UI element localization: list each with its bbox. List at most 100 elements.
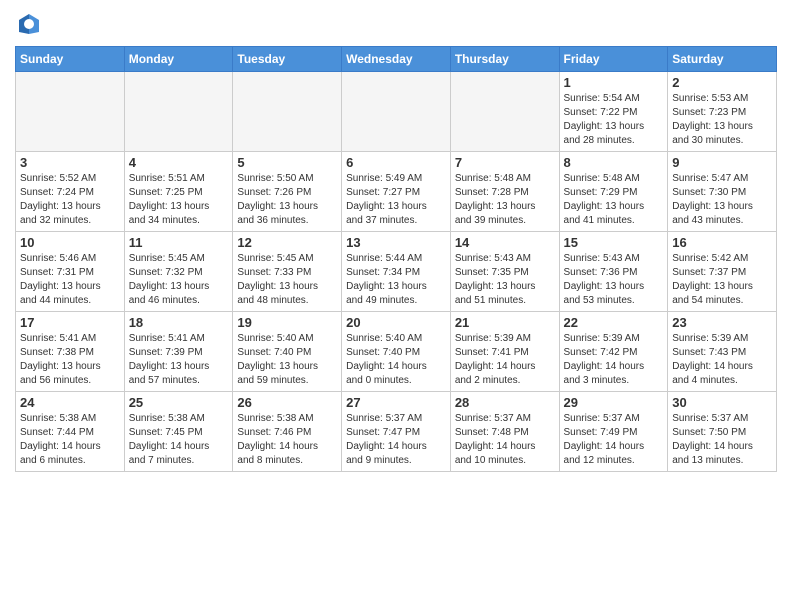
day-info: Sunrise: 5:44 AM Sunset: 7:34 PM Dayligh…: [346, 252, 446, 308]
day-number: 14: [455, 235, 555, 250]
calendar-cell: 5 Sunrise: 5:50 AM Sunset: 7:26 PM Daylig…: [233, 152, 342, 232]
day-info: Sunrise: 5:41 AM Sunset: 7:38 PM Dayligh…: [20, 332, 120, 388]
day-number: 2: [672, 75, 772, 90]
day-number: 10: [20, 235, 120, 250]
calendar-cell: 9 Sunrise: 5:47 AM Sunset: 7:30 PM Daylig…: [668, 152, 777, 232]
calendar-cell: 21Sunrise: 5:39 AM Sunset: 7:41 PM Dayli…: [450, 312, 559, 392]
calendar-cell: [16, 72, 125, 152]
day-number: 25: [129, 395, 229, 410]
day-info: Sunrise: 5:37 AM Sunset: 7:50 PM Dayligh…: [672, 412, 772, 468]
day-info: Sunrise: 5:40 AM Sunset: 7:40 PM Dayligh…: [346, 332, 446, 388]
calendar-cell: 28Sunrise: 5:37 AM Sunset: 7:48 PM Dayli…: [450, 392, 559, 472]
day-info: Sunrise: 5:45 AM Sunset: 7:33 PM Dayligh…: [237, 252, 337, 308]
weekday-header-wednesday: Wednesday: [342, 47, 451, 72]
week-row-4: 24 Sunrise: 5:38 AM Sunset: 7:44 PM Dayli…: [16, 392, 777, 472]
week-row-1: 3 Sunrise: 5:52 AM Sunset: 7:24 PM Daylig…: [16, 152, 777, 232]
day-number: 12: [237, 235, 337, 250]
day-number: 7: [455, 155, 555, 170]
day-number: 21: [455, 315, 555, 330]
day-number: 11: [129, 235, 229, 250]
calendar-cell: 13 Sunrise: 5:44 AM Sunset: 7:34 PM Dayli…: [342, 232, 451, 312]
calendar-cell: 17 Sunrise: 5:41 AM Sunset: 7:38 PM Dayli…: [16, 312, 125, 392]
logo-icon: [15, 10, 43, 38]
day-number: 27: [346, 395, 446, 410]
day-info: Sunrise: 5:45 AM Sunset: 7:32 PM Dayligh…: [129, 252, 229, 308]
day-info: Sunrise: 5:38 AM Sunset: 7:45 PM Dayligh…: [129, 412, 229, 468]
day-number: 26: [237, 395, 337, 410]
week-row-2: 10 Sunrise: 5:46 AM Sunset: 7:31 PM Dayli…: [16, 232, 777, 312]
week-row-3: 17 Sunrise: 5:41 AM Sunset: 7:38 PM Dayli…: [16, 312, 777, 392]
calendar-cell: 12 Sunrise: 5:45 AM Sunset: 7:33 PM Dayli…: [233, 232, 342, 312]
day-number: 23: [672, 315, 772, 330]
calendar-cell: 3 Sunrise: 5:52 AM Sunset: 7:24 PM Daylig…: [16, 152, 125, 232]
calendar-cell: 20 Sunrise: 5:40 AM Sunset: 7:40 PM Dayli…: [342, 312, 451, 392]
day-number: 30: [672, 395, 772, 410]
page-container: SundayMondayTuesdayWednesdayThursdayFrid…: [0, 0, 792, 482]
weekday-header-sunday: Sunday: [16, 47, 125, 72]
day-info: Sunrise: 5:37 AM Sunset: 7:49 PM Dayligh…: [564, 412, 664, 468]
calendar-cell: 7 Sunrise: 5:48 AM Sunset: 7:28 PM Daylig…: [450, 152, 559, 232]
day-info: Sunrise: 5:42 AM Sunset: 7:37 PM Dayligh…: [672, 252, 772, 308]
day-number: 8: [564, 155, 664, 170]
day-info: Sunrise: 5:53 AM Sunset: 7:23 PM Dayligh…: [672, 92, 772, 148]
logo: [15, 10, 47, 38]
weekday-header-thursday: Thursday: [450, 47, 559, 72]
day-info: Sunrise: 5:48 AM Sunset: 7:28 PM Dayligh…: [455, 172, 555, 228]
day-number: 29: [564, 395, 664, 410]
calendar-cell: 8Sunrise: 5:48 AM Sunset: 7:29 PM Daylig…: [559, 152, 668, 232]
day-info: Sunrise: 5:52 AM Sunset: 7:24 PM Dayligh…: [20, 172, 120, 228]
day-info: Sunrise: 5:47 AM Sunset: 7:30 PM Dayligh…: [672, 172, 772, 228]
calendar-cell: 16 Sunrise: 5:42 AM Sunset: 7:37 PM Dayli…: [668, 232, 777, 312]
day-number: 15: [564, 235, 664, 250]
calendar-cell: 23Sunrise: 5:39 AM Sunset: 7:43 PM Dayli…: [668, 312, 777, 392]
day-number: 18: [129, 315, 229, 330]
day-number: 9: [672, 155, 772, 170]
day-info: Sunrise: 5:41 AM Sunset: 7:39 PM Dayligh…: [129, 332, 229, 388]
calendar-cell: 11 Sunrise: 5:45 AM Sunset: 7:32 PM Dayli…: [124, 232, 233, 312]
calendar-cell: 1 Sunrise: 5:54 AM Sunset: 7:22 PM Daylig…: [559, 72, 668, 152]
day-info: Sunrise: 5:40 AM Sunset: 7:40 PM Dayligh…: [237, 332, 337, 388]
day-number: 3: [20, 155, 120, 170]
calendar-cell: 25 Sunrise: 5:38 AM Sunset: 7:45 PM Dayli…: [124, 392, 233, 472]
calendar-cell: 15 Sunrise: 5:43 AM Sunset: 7:36 PM Dayli…: [559, 232, 668, 312]
day-info: Sunrise: 5:37 AM Sunset: 7:47 PM Dayligh…: [346, 412, 446, 468]
calendar-cell: 14 Sunrise: 5:43 AM Sunset: 7:35 PM Dayli…: [450, 232, 559, 312]
calendar-cell: 4 Sunrise: 5:51 AM Sunset: 7:25 PM Daylig…: [124, 152, 233, 232]
day-info: Sunrise: 5:43 AM Sunset: 7:36 PM Dayligh…: [564, 252, 664, 308]
weekday-header-row: SundayMondayTuesdayWednesdayThursdayFrid…: [16, 47, 777, 72]
day-number: 19: [237, 315, 337, 330]
day-info: Sunrise: 5:51 AM Sunset: 7:25 PM Dayligh…: [129, 172, 229, 228]
day-info: Sunrise: 5:54 AM Sunset: 7:22 PM Dayligh…: [564, 92, 664, 148]
day-info: Sunrise: 5:50 AM Sunset: 7:26 PM Dayligh…: [237, 172, 337, 228]
day-number: 1: [564, 75, 664, 90]
day-number: 20: [346, 315, 446, 330]
calendar-cell: [342, 72, 451, 152]
day-info: Sunrise: 5:49 AM Sunset: 7:27 PM Dayligh…: [346, 172, 446, 228]
weekday-header-friday: Friday: [559, 47, 668, 72]
calendar-cell: 2 Sunrise: 5:53 AM Sunset: 7:23 PM Daylig…: [668, 72, 777, 152]
weekday-header-saturday: Saturday: [668, 47, 777, 72]
calendar-table: SundayMondayTuesdayWednesdayThursdayFrid…: [15, 46, 777, 472]
calendar-cell: 18 Sunrise: 5:41 AM Sunset: 7:39 PM Dayli…: [124, 312, 233, 392]
calendar-cell: 27 Sunrise: 5:37 AM Sunset: 7:47 PM Dayli…: [342, 392, 451, 472]
page-header: [15, 10, 777, 38]
calendar-cell: 6 Sunrise: 5:49 AM Sunset: 7:27 PM Daylig…: [342, 152, 451, 232]
calendar-cell: 10 Sunrise: 5:46 AM Sunset: 7:31 PM Dayli…: [16, 232, 125, 312]
calendar-cell: 30 Sunrise: 5:37 AM Sunset: 7:50 PM Dayli…: [668, 392, 777, 472]
weekday-header-monday: Monday: [124, 47, 233, 72]
day-number: 13: [346, 235, 446, 250]
day-number: 16: [672, 235, 772, 250]
day-info: Sunrise: 5:43 AM Sunset: 7:35 PM Dayligh…: [455, 252, 555, 308]
calendar-cell: [124, 72, 233, 152]
day-number: 6: [346, 155, 446, 170]
day-info: Sunrise: 5:46 AM Sunset: 7:31 PM Dayligh…: [20, 252, 120, 308]
day-number: 17: [20, 315, 120, 330]
calendar-cell: 29 Sunrise: 5:37 AM Sunset: 7:49 PM Dayli…: [559, 392, 668, 472]
day-info: Sunrise: 5:39 AM Sunset: 7:42 PM Dayligh…: [564, 332, 664, 388]
calendar-cell: [450, 72, 559, 152]
day-number: 4: [129, 155, 229, 170]
day-number: 24: [20, 395, 120, 410]
calendar-cell: 22Sunrise: 5:39 AM Sunset: 7:42 PM Dayli…: [559, 312, 668, 392]
day-number: 5: [237, 155, 337, 170]
day-info: Sunrise: 5:38 AM Sunset: 7:44 PM Dayligh…: [20, 412, 120, 468]
